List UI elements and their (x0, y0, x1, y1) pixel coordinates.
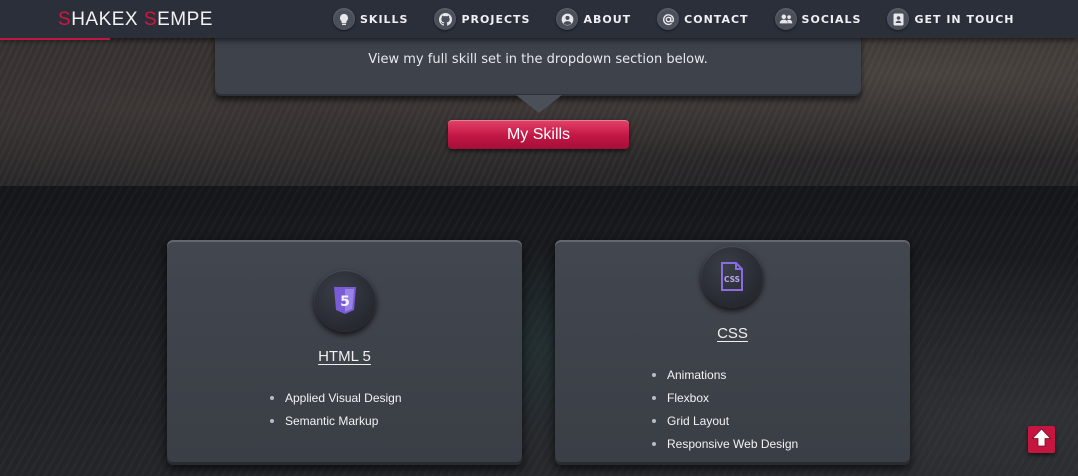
nav-label-get-in-touch: GET IN TOUCH (914, 12, 1015, 26)
list-item: Grid Layout (650, 413, 798, 436)
navbar: SHAKEX SEMPE SKILLS PROJECTS ABOUT CONTA… (0, 0, 1078, 38)
css-file-icon: CSS (701, 246, 763, 308)
github-icon (434, 8, 457, 30)
brand-last-name: EMPE (157, 9, 213, 30)
skill-card-html5: 5 HTML 5 Applied Visual Design Semantic … (167, 240, 522, 465)
nav-item-about[interactable]: ABOUT (556, 8, 631, 30)
scroll-progress-bar (0, 38, 110, 40)
back-to-top-button[interactable] (1028, 426, 1055, 453)
nav-item-skills[interactable]: SKILLS (333, 8, 408, 30)
nav-label-projects: PROJECTS (461, 12, 531, 26)
users-icon (774, 8, 797, 30)
list-item: Animations (650, 367, 798, 390)
skill-title-css: CSS (717, 325, 748, 342)
brand-first-name: HAKEX (71, 9, 144, 30)
brand-logo[interactable]: SHAKEX SEMPE (58, 9, 213, 31)
contact-book-icon (887, 8, 910, 30)
css-icon-glyph: CSS (724, 275, 740, 284)
skill-card-css: CSS CSS Animations Flexbox Grid Layout R… (555, 240, 910, 465)
html5-icon-glyph: 5 (340, 294, 350, 310)
skills-info-box: View my full skill set in the dropdown s… (215, 30, 861, 96)
nav-menu: SKILLS PROJECTS ABOUT CONTACT SOCIALS GE… (333, 8, 1015, 30)
nav-item-projects[interactable]: PROJECTS (434, 8, 530, 30)
at-sign-icon (657, 8, 680, 30)
nav-item-get-in-touch[interactable]: GET IN TOUCH (887, 8, 1014, 30)
nav-label-skills: SKILLS (360, 12, 409, 26)
info-box-pointer (516, 95, 562, 113)
nav-label-about: ABOUT (583, 12, 632, 26)
arrow-up-icon (1031, 427, 1052, 452)
lightbulb-icon (333, 8, 355, 30)
my-skills-button[interactable]: My Skills (448, 120, 629, 149)
skill-list-html5: Applied Visual Design Semantic Markup (268, 390, 402, 436)
skills-section-background (0, 186, 1078, 476)
skill-title-html5: HTML 5 (318, 348, 371, 365)
nav-item-socials[interactable]: SOCIALS (774, 8, 862, 30)
html5-icon: 5 (314, 270, 376, 332)
brand-initial-first: S (58, 9, 72, 30)
nav-label-socials: SOCIALS (801, 12, 862, 26)
list-item: Flexbox (650, 390, 798, 413)
list-item: Semantic Markup (268, 413, 402, 436)
user-circle-icon (556, 8, 579, 30)
skills-info-text: View my full skill set in the dropdown s… (368, 52, 708, 67)
nav-item-contact[interactable]: CONTACT (657, 8, 748, 30)
list-item: Responsive Web Design (650, 436, 798, 459)
skill-list-css: Animations Flexbox Grid Layout Responsiv… (650, 367, 798, 459)
brand-initial-last: S (143, 9, 158, 30)
list-item: Applied Visual Design (268, 390, 402, 413)
nav-label-contact: CONTACT (684, 12, 749, 26)
